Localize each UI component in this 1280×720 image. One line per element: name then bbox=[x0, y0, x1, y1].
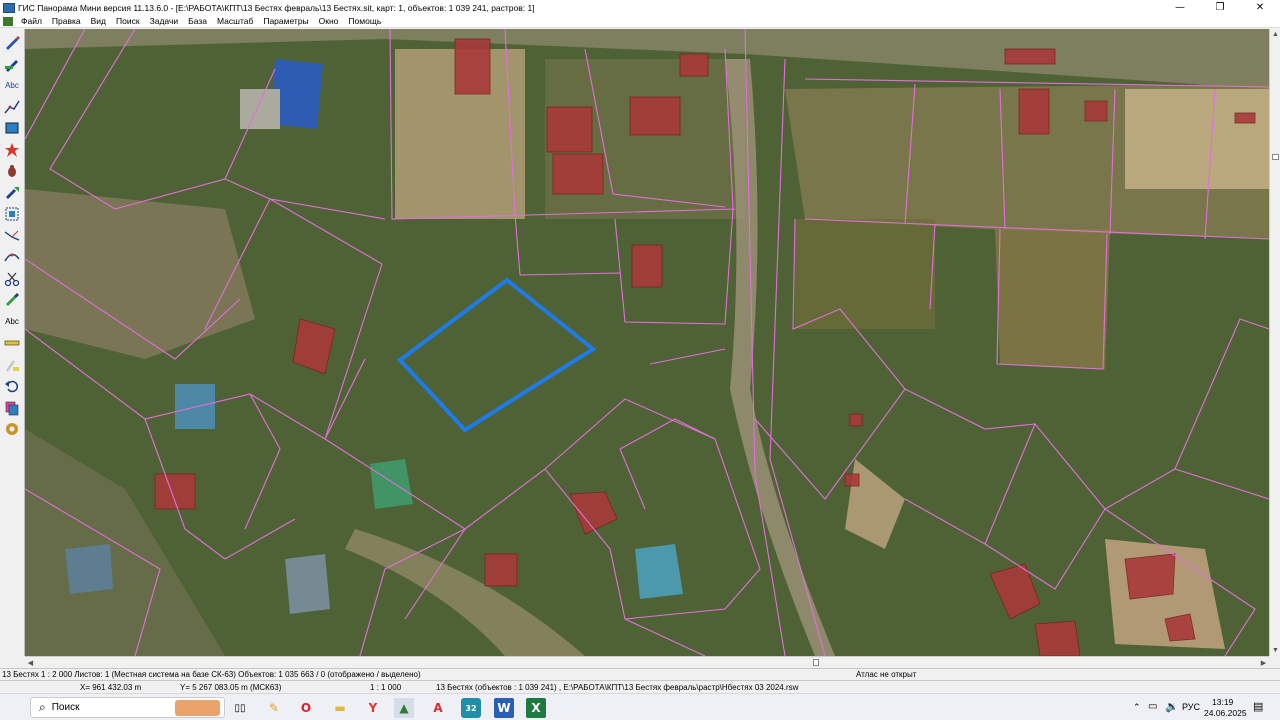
notifications-icon[interactable]: ▤ bbox=[1253, 700, 1263, 713]
menu-scale[interactable]: Масштаб bbox=[212, 16, 258, 26]
search-decoration-icon bbox=[175, 700, 220, 716]
undo-icon[interactable] bbox=[2, 376, 22, 396]
menu-database[interactable]: База bbox=[183, 16, 212, 26]
pen-icon[interactable] bbox=[2, 32, 22, 52]
text-abc-icon[interactable]: Abc bbox=[2, 75, 22, 95]
atlas-status: Атлас не открыт bbox=[856, 670, 917, 679]
menu-view[interactable]: Вид bbox=[86, 16, 111, 26]
excel-icon[interactable]: X bbox=[526, 698, 546, 718]
horizontal-scrollbar[interactable]: ◀ ▶ bbox=[25, 656, 1269, 668]
file-manager-icon[interactable]: ▬ bbox=[330, 698, 350, 718]
windows-taskbar: ⌕ Поиск ▯▯ ✎ O ▬ Y ▲ A 32 W X ⌃ ▭ 🔉 РУС … bbox=[0, 693, 1280, 720]
edit-layers-icon[interactable] bbox=[2, 355, 22, 375]
close-button[interactable]: ✕ bbox=[1240, 0, 1280, 15]
document-icon[interactable] bbox=[3, 16, 13, 26]
select-frame-icon[interactable] bbox=[2, 204, 22, 224]
restore-button[interactable]: ❐ bbox=[1200, 0, 1240, 15]
curve-icon[interactable] bbox=[2, 247, 22, 267]
menu-help[interactable]: Помощь bbox=[343, 16, 386, 26]
search-icon: ⌕ bbox=[39, 700, 46, 714]
menu-tasks[interactable]: Задачи bbox=[145, 16, 184, 26]
paint-icon[interactable] bbox=[2, 290, 22, 310]
network-icon[interactable]: ▭ bbox=[1148, 701, 1157, 712]
bug-icon[interactable] bbox=[2, 161, 22, 181]
yandex-icon[interactable]: Y bbox=[363, 698, 383, 718]
tray-chevron-icon[interactable]: ⌃ bbox=[1133, 702, 1141, 713]
menu-parameters[interactable]: Параметры bbox=[258, 16, 313, 26]
left-toolbar: Abc Abc bbox=[0, 29, 25, 656]
window-title: ГИС Панорама Мини версия 11.13.6.0 - [E:… bbox=[18, 2, 535, 13]
title-bar: ГИС Панорама Мини версия 11.13.6.0 - [E:… bbox=[0, 0, 1280, 15]
ruler-icon[interactable] bbox=[2, 333, 22, 353]
vertical-scrollbar[interactable]: ▲ ▼ bbox=[1269, 29, 1280, 656]
copy-icon[interactable] bbox=[2, 398, 22, 418]
star-object-icon[interactable] bbox=[2, 140, 22, 160]
taskview-icon[interactable]: ▯▯ bbox=[230, 698, 250, 718]
language-indicator[interactable]: РУС bbox=[1182, 702, 1200, 712]
split-line-icon[interactable] bbox=[2, 226, 22, 246]
status-bar-top: 13 Бестях 1 : 2 000 Листов: 1 (Местная с… bbox=[0, 668, 1280, 680]
gis-panorama-icon[interactable]: ▲ bbox=[394, 698, 414, 718]
y-coordinate: Y= 5 267 083.05 m (МСК63) bbox=[180, 683, 282, 692]
text-abc-icon-2[interactable]: Abc bbox=[2, 312, 22, 332]
menu-file[interactable]: Файл bbox=[16, 16, 47, 26]
scroll-down-icon[interactable]: ▼ bbox=[1270, 645, 1280, 656]
polyline-icon[interactable] bbox=[2, 97, 22, 117]
search-placeholder: Поиск bbox=[51, 702, 80, 713]
paint-brush-icon[interactable]: ✎ bbox=[264, 698, 284, 718]
menu-bar: Файл Правка Вид Поиск Задачи База Масшта… bbox=[0, 15, 1280, 28]
rectangle-select-icon[interactable] bbox=[2, 118, 22, 138]
status-bar-bottom: X= 961 432.03 m Y= 5 267 083.05 m (МСК63… bbox=[0, 680, 1280, 693]
app-icon bbox=[3, 2, 15, 13]
32-app-icon[interactable]: 32 bbox=[461, 698, 481, 718]
move-arrow-icon[interactable] bbox=[2, 183, 22, 203]
clock-time[interactable]: 13:19 bbox=[1212, 697, 1233, 707]
scale-info: 13 Бестях 1 : 2 000 Листов: 1 (Местная с… bbox=[2, 670, 421, 679]
current-scale: 1 : 1 000 bbox=[370, 683, 402, 692]
x-coordinate: X= 961 432.03 m bbox=[80, 683, 142, 692]
raster-info: 13 Бестях (объектов : 1 039 241) , E:\РА… bbox=[436, 683, 799, 692]
scroll-left-icon[interactable]: ◀ bbox=[25, 657, 36, 668]
satellite-map[interactable] bbox=[25, 29, 1269, 656]
opera-icon[interactable]: O bbox=[296, 698, 316, 718]
scroll-right-icon[interactable]: ▶ bbox=[1258, 657, 1269, 668]
pen-ruler-icon[interactable] bbox=[2, 54, 22, 74]
minimize-button[interactable]: — bbox=[1160, 0, 1200, 15]
acrobat-icon[interactable]: A bbox=[428, 698, 448, 718]
settings-gear-icon[interactable] bbox=[2, 419, 22, 439]
map-canvas[interactable] bbox=[25, 29, 1269, 656]
volume-icon[interactable]: 🔉 bbox=[1165, 700, 1179, 713]
vertical-scroll-thumb[interactable] bbox=[1272, 154, 1279, 160]
menu-window[interactable]: Окно bbox=[314, 16, 344, 26]
horizontal-scroll-thumb[interactable] bbox=[813, 659, 819, 666]
clock-date[interactable]: 24.06.2025 bbox=[1204, 708, 1247, 718]
menu-edit[interactable]: Правка bbox=[47, 16, 86, 26]
scissors-icon[interactable] bbox=[2, 269, 22, 289]
menu-search[interactable]: Поиск bbox=[111, 16, 145, 26]
scroll-up-icon[interactable]: ▲ bbox=[1270, 29, 1280, 40]
search-box[interactable]: ⌕ Поиск bbox=[30, 697, 225, 718]
word-icon[interactable]: W bbox=[494, 698, 514, 718]
